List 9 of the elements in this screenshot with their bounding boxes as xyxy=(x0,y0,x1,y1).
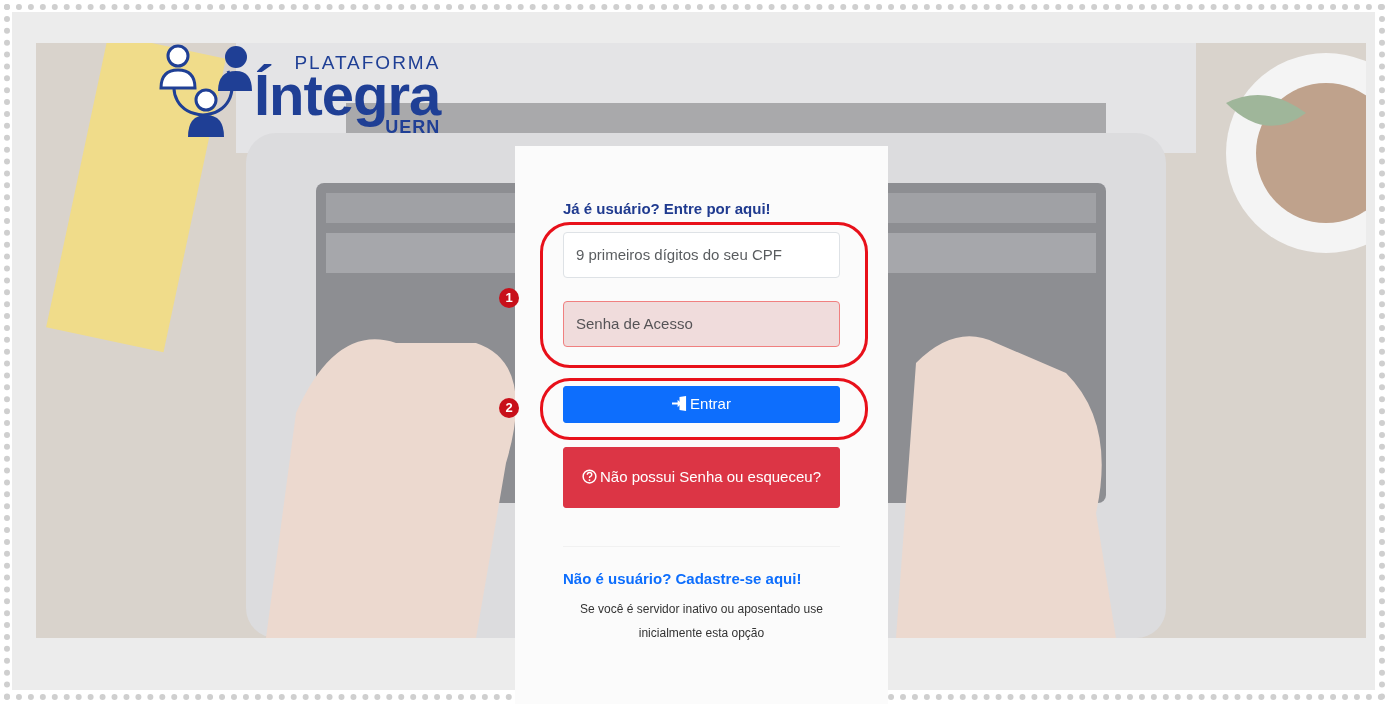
register-link[interactable]: Não é usuário? Cadastre-se aqui! xyxy=(563,569,802,587)
people-icon xyxy=(158,43,252,139)
forgot-password-button[interactable]: Não possui Senha ou esqueceu? xyxy=(563,446,840,508)
help-note: Se você é servidor inativo ou aposentado use inicialmente esta opção xyxy=(579,600,824,642)
input-field[interactable]: Senha de Acesso xyxy=(563,300,840,347)
question-icon xyxy=(582,469,597,485)
login-heading: Já é usuário? Entre por aqui! xyxy=(563,199,772,219)
login-button[interactable]: Entrar xyxy=(563,385,840,423)
enter-icon xyxy=(672,395,688,411)
